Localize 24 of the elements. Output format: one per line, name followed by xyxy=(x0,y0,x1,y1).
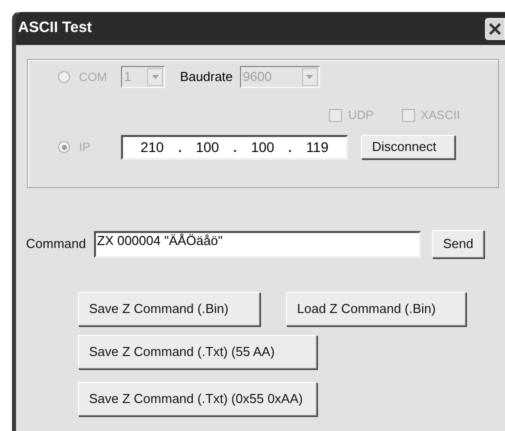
ip-octet: 210 xyxy=(140,138,164,156)
close-button[interactable] xyxy=(485,18,505,40)
command-file-button[interactable]: Load Z Command (.Bin) xyxy=(286,292,466,326)
command-file-button[interactable]: Save Z Command (.Txt) (0x55 0xAA) xyxy=(78,382,317,416)
command-file-button[interactable]: Save Z Command (.Bin) xyxy=(78,292,260,326)
disconnect-button[interactable]: Disconnect xyxy=(361,135,455,159)
command-file-button[interactable]: Save Z Command (.Txt) (55 AA) xyxy=(78,335,317,369)
ip-octet: 119 xyxy=(306,138,328,156)
command-field[interactable]: ZX 000004 "ÄÅÖäåö" xyxy=(94,230,421,258)
ip-address-field[interactable]: 210 100 100 119 xyxy=(121,134,348,160)
baudrate-label: Baudrate xyxy=(180,68,233,86)
close-icon xyxy=(489,22,501,34)
checkbox-label: XASCII xyxy=(420,107,460,124)
ip-octet: 100 xyxy=(250,138,274,156)
dot-separator-icon xyxy=(234,150,236,152)
com-label: COM xyxy=(79,69,108,86)
ip-octet: 100 xyxy=(196,138,220,156)
ip-label: IP xyxy=(79,139,92,156)
window-title: ASCII Test xyxy=(18,18,92,38)
dot-separator-icon xyxy=(289,150,292,152)
send-button[interactable]: Send xyxy=(432,230,484,258)
checkbox-label: UDP xyxy=(348,107,374,124)
command-label: Command xyxy=(26,235,87,254)
dot-separator-icon xyxy=(178,150,181,152)
